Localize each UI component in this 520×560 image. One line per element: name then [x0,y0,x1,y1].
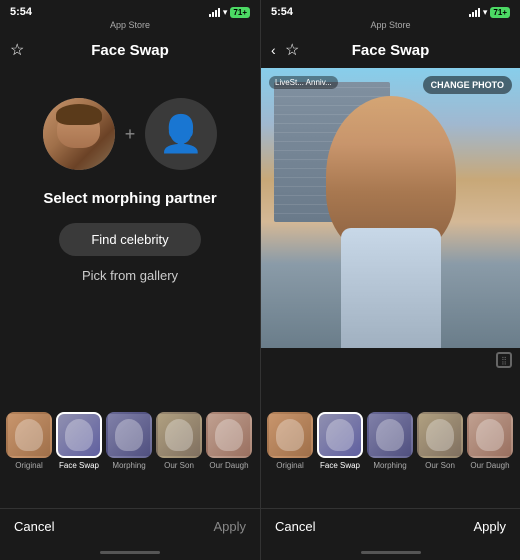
filter-thumb-ourson-right[interactable] [417,412,463,458]
signal-icon [209,8,220,17]
filter-ourdaugh-left[interactable]: Our Daugh [206,412,252,470]
nav-bar-left: ☆ Face Swap [0,32,260,68]
filter-label-ourdaugh-right: Our Daugh [470,461,509,470]
nav-title-left: Face Swap [91,42,169,59]
filter-label-original-left: Original [15,461,43,470]
star-icon-right[interactable]: ☆ [285,40,299,60]
filter-thumb-original-right[interactable] [267,412,313,458]
find-celebrity-button[interactable]: Find celebrity [59,223,200,256]
wifi-icon-right: ▾ [483,7,488,18]
plus-icon: + [125,124,136,145]
signal-icon-right [469,8,480,17]
filter-strip-left: Original Face Swap Morphing Our Son Our … [0,408,260,508]
select-morphing-label: Select morphing partner [43,190,216,207]
filter-label-faceswap-right: Face Swap [320,461,360,470]
battery-icon: 71+ [230,7,250,18]
filter-thumb-ourdaugh-left[interactable] [206,412,252,458]
right-screen: 5:54 ▾ 71+ App Store ‹ ☆ Face Swap LiveS… [260,0,520,560]
status-time-left: 5:54 [10,6,32,18]
nav-bar-right: ‹ ☆ Face Swap [261,32,520,68]
status-time-right: 5:54 [271,6,293,18]
filter-morphing-left[interactable]: Morphing [106,412,152,470]
status-bar-left: 5:54 ▾ 71+ [0,0,260,22]
left-main-content: + 👤 Select morphing partner Find celebri… [0,68,260,408]
store-label-right: App Store [261,20,520,32]
filter-ourson-right[interactable]: Our Son [417,412,463,470]
target-face[interactable]: 👤 [145,98,217,170]
nav-back-right[interactable]: ‹ [271,43,276,58]
filter-original-right[interactable]: Original [267,412,313,470]
filter-ourson-left[interactable]: Our Son [156,412,202,470]
status-bar-right: 5:54 ▾ 71+ [261,0,520,22]
body-in-photo [341,228,441,348]
filter-thumb-faceswap-right[interactable] [317,412,363,458]
chevron-back-icon: ‹ [271,42,276,58]
filter-thumb-original-left[interactable] [6,412,52,458]
change-photo-button[interactable]: CHANGE PHOTO [423,76,512,94]
nav-title-right: Face Swap [352,42,430,59]
left-screen: 5:54 ▾ 71+ App Store ☆ Face Swap + 👤 Sel… [0,0,260,560]
source-face-photo [43,98,115,170]
filter-thumb-ourdaugh-right[interactable] [467,412,513,458]
filter-label-ourson-left: Our Son [164,461,194,470]
filter-label-morphing-left: Morphing [112,461,145,470]
filter-strip-right: Original Face Swap Morphing Our Son Our … [261,408,520,508]
battery-icon-right: 71+ [490,7,510,18]
status-icons-right: ▾ 71+ [469,7,510,18]
filter-thumb-ourson-left[interactable] [156,412,202,458]
store-label-left: App Store [0,20,260,32]
livestream-label: LiveSt... Anniv... [269,76,338,89]
face-pair: + 👤 [43,98,218,170]
status-icons-left: ▾ 71+ [209,7,250,18]
filter-faceswap-right[interactable]: Face Swap [317,412,363,470]
filter-ourdaugh-right[interactable]: Our Daugh [467,412,513,470]
filter-label-faceswap-left: Face Swap [59,461,99,470]
filter-morphing-right[interactable]: Morphing [367,412,413,470]
main-photo [261,68,520,348]
bottom-bar-left: Cancel Apply [0,508,260,544]
filter-faceswap-left[interactable]: Face Swap [56,412,102,470]
right-bottom-panel [261,348,520,408]
filter-thumb-faceswap-left[interactable] [56,412,102,458]
filter-thumb-morphing-left[interactable] [106,412,152,458]
person-silhouette-icon: 👤 [159,113,204,155]
star-icon-left[interactable]: ☆ [10,40,24,60]
filter-label-ourdaugh-left: Our Daugh [209,461,248,470]
filter-thumb-morphing-right[interactable] [367,412,413,458]
main-photo-area: LiveSt... Anniv... CHANGE PHOTO [261,68,520,348]
cancel-button-right[interactable]: Cancel [275,519,315,534]
filter-label-ourson-right: Our Son [425,461,455,470]
bottom-bar-right: Cancel Apply [261,508,520,544]
home-bar-right [361,551,421,554]
filter-label-original-right: Original [276,461,304,470]
pick-gallery-link[interactable]: Pick from gallery [82,268,178,283]
drag-handle-icon[interactable] [496,352,512,368]
source-face[interactable] [43,98,115,170]
wifi-icon: ▾ [223,7,228,18]
home-bar-left [100,551,160,554]
filter-label-morphing-right: Morphing [373,461,406,470]
home-indicator-right [261,544,520,560]
apply-button-right[interactable]: Apply [473,519,506,534]
home-indicator-left [0,544,260,560]
filter-original-left[interactable]: Original [6,412,52,470]
cancel-button-left[interactable]: Cancel [14,519,54,534]
apply-button-left[interactable]: Apply [213,519,246,534]
